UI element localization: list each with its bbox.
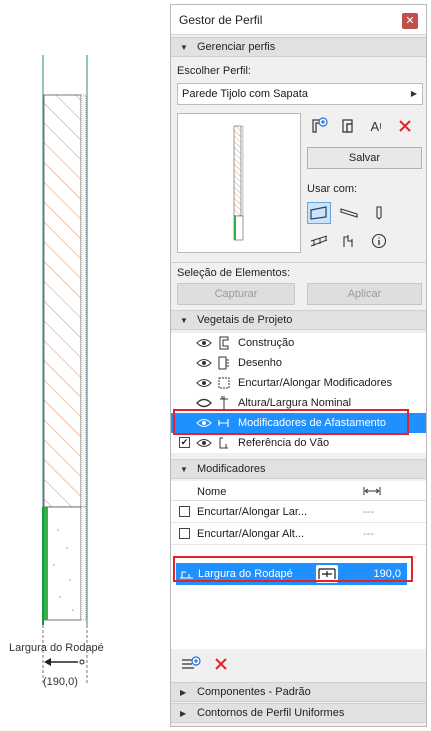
palette-titlebar: Gestor de Perfil ✕	[171, 5, 426, 35]
profile-select[interactable]: Parede Tijolo com Sapata ▶	[177, 83, 423, 105]
column-name-header: Nome	[197, 486, 227, 498]
use-column-icon[interactable]	[367, 202, 391, 224]
tree-item[interactable]: Encurtar/Alongar Modificadores	[171, 373, 426, 393]
table-row[interactable]: Encurtar/Alongar Alt... ---	[171, 523, 426, 545]
collapse-arrow-icon: ▼	[180, 465, 188, 474]
delete-modifier-icon[interactable]	[209, 653, 233, 675]
save-button[interactable]: Salvar	[307, 147, 422, 169]
expand-arrow-icon: ▶	[180, 688, 187, 697]
profile-thumbnail	[233, 125, 244, 241]
collapse-arrow-icon: ▼	[180, 316, 188, 325]
drawing-icon	[218, 356, 229, 370]
wall-section-drawing	[42, 55, 88, 685]
row-checkbox[interactable]	[179, 506, 190, 517]
new-profile-icon[interactable]	[307, 115, 331, 137]
use-railing-icon[interactable]	[307, 230, 331, 252]
use-with-label: Usar com:	[307, 183, 358, 195]
section-vectors-header[interactable]: ▼ Vegetais de Projeto	[171, 310, 426, 330]
use-beam-icon[interactable]	[337, 202, 361, 224]
section-contours-header[interactable]: ▶ Contornos de Perfil Uniformes	[171, 703, 426, 723]
element-selection-label: Seleção de Elementos:	[177, 267, 291, 279]
highlight-box	[173, 556, 413, 582]
row-checkbox[interactable]	[179, 528, 190, 539]
divider	[171, 262, 426, 263]
capture-button[interactable]: Capturar	[177, 283, 295, 305]
tree-item[interactable]: Construção	[171, 333, 426, 353]
rename-profile-icon[interactable]: AI	[364, 115, 388, 137]
profile-manager-palette: Gestor de Perfil ✕ ▼ Gerenciar perfis Es…	[170, 4, 427, 727]
table-row[interactable]: Encurtar/Alongar Lar... ---	[171, 501, 426, 523]
vectors-tree: Construção Desenho Encurtar/Alongar Modi…	[171, 333, 426, 453]
duplicate-profile-icon[interactable]	[336, 115, 360, 137]
eye-icon[interactable]	[196, 336, 212, 350]
use-stair-icon[interactable]	[337, 230, 361, 252]
profile-select-value: Parede Tijolo com Sapata	[182, 88, 308, 100]
chevron-right-icon: ▶	[410, 89, 417, 98]
info-icon[interactable]	[367, 230, 391, 252]
expand-arrow-icon: ▶	[180, 709, 187, 718]
delete-profile-icon[interactable]	[393, 115, 417, 137]
section-manage-header[interactable]: ▼ Gerenciar perfis	[171, 37, 426, 57]
tree-item[interactable]: Desenho	[171, 353, 426, 373]
section-modifiers-header[interactable]: ▼ Modificadores	[171, 459, 426, 479]
apply-button[interactable]: Aplicar	[307, 283, 422, 305]
add-modifier-icon[interactable]	[179, 653, 203, 675]
dimension-value: (190,0)	[43, 676, 78, 688]
section-components-header[interactable]: ▶ Componentes - Padrão	[171, 682, 426, 702]
stretch-icon	[218, 377, 230, 389]
profile-preview	[177, 113, 301, 253]
eye-icon[interactable]	[196, 356, 212, 370]
palette-title: Gestor de Perfil	[179, 13, 263, 27]
opening-reference-icon	[219, 437, 228, 449]
use-wall-icon[interactable]	[307, 202, 331, 224]
construction-icon	[219, 336, 229, 350]
choose-profile-label: Escolher Perfil:	[177, 65, 251, 77]
profile-drawing: Largura do Rodapé (190,0)	[0, 0, 170, 731]
dimension-label: Largura do Rodapé	[9, 642, 104, 654]
close-icon[interactable]: ✕	[402, 13, 418, 29]
eye-icon[interactable]	[196, 376, 212, 390]
width-column-icon	[363, 487, 381, 495]
tree-item[interactable]: ✔ Referência do Vão	[171, 433, 426, 453]
collapse-arrow-icon: ▼	[180, 43, 188, 52]
tree-item-checkbox[interactable]: ✔	[179, 437, 190, 448]
highlight-box	[173, 409, 409, 435]
eye-closed-icon[interactable]	[196, 396, 212, 410]
eye-icon[interactable]	[196, 436, 212, 450]
table-header: Nome	[171, 481, 426, 501]
